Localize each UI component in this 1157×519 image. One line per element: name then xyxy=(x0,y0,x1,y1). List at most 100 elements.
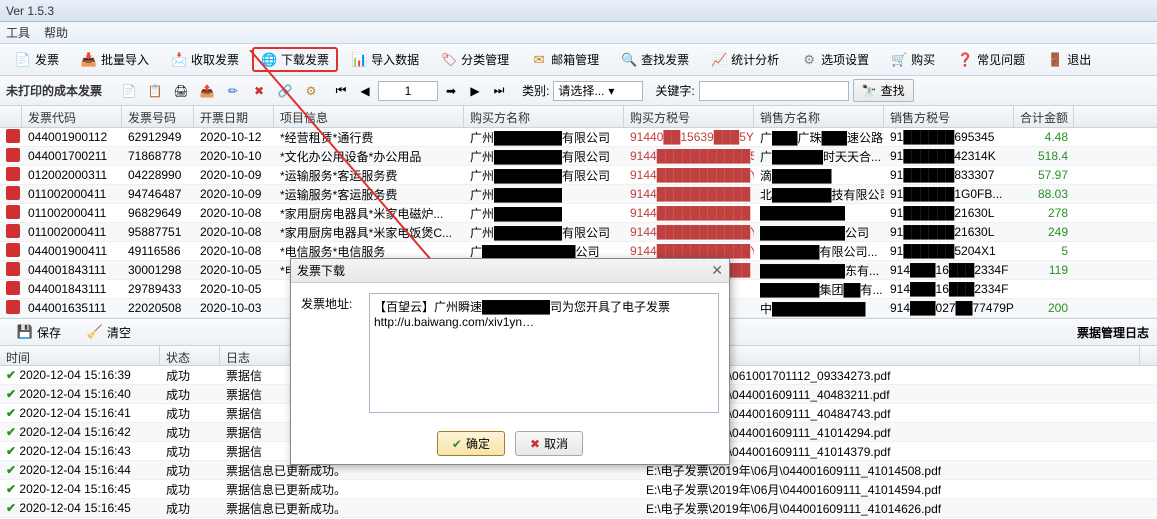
action-btn-2[interactable]: 📋 xyxy=(144,80,166,102)
category-icon: 🏷 xyxy=(441,52,457,68)
col-buyer[interactable]: 购买方名称 xyxy=(464,106,624,127)
keyword-label: 关键字: xyxy=(655,82,694,99)
table-row[interactable]: 044001700211 71868778 2020-10-10 *文化办公用设… xyxy=(0,147,1157,166)
check-icon: ✔ xyxy=(6,501,16,515)
main-toolbar: 📄发票 📥批量导入 📩收取发票 🌐下载发票 📊导入数据 🏷分类管理 ✉邮箱管理 … xyxy=(0,44,1157,76)
category-label: 类别: xyxy=(522,82,549,99)
next-page-btn[interactable]: ▶ xyxy=(464,80,486,102)
pdf-icon xyxy=(6,243,20,257)
col-amount[interactable]: 合计金额 xyxy=(1014,106,1074,127)
invoice-icon: 📄 xyxy=(15,52,31,68)
options-button[interactable]: ⚙选项设置 xyxy=(792,47,878,72)
binoculars-icon: 🔭 xyxy=(862,84,877,98)
stats-icon: 📈 xyxy=(711,52,727,68)
dialog-cancel-button[interactable]: ✖取消 xyxy=(515,431,583,456)
batch-import-button[interactable]: 📥批量导入 xyxy=(72,47,158,72)
data-icon: 📊 xyxy=(351,52,367,68)
search-button[interactable]: 🔭查找 xyxy=(853,79,914,102)
clear-icon: 🧹 xyxy=(87,324,103,340)
menu-help[interactable]: 帮助 xyxy=(44,24,68,41)
table-row[interactable]: 011002000411 96829649 2020-10-08 *家用厨房电器… xyxy=(0,204,1157,223)
category-button[interactable]: 🏷分类管理 xyxy=(432,47,518,72)
receive-button[interactable]: 📩收取发票 xyxy=(162,47,248,72)
check-icon: ✔ xyxy=(6,425,16,439)
mailbox-button[interactable]: ✉邮箱管理 xyxy=(522,47,608,72)
download-invoice-button[interactable]: 🌐下载发票 xyxy=(252,47,338,72)
pdf-icon xyxy=(6,281,20,295)
action-btn-5[interactable]: ✏ xyxy=(222,80,244,102)
col-item[interactable]: 项目信息 xyxy=(274,106,464,127)
log-row[interactable]: ✔ 2020-12-04 15:16:45 成功 票据信息已更新成功。 E:\电… xyxy=(0,480,1157,499)
delete-btn[interactable]: ✖ xyxy=(248,80,270,102)
exit-icon: 🚪 xyxy=(1047,52,1063,68)
table-row[interactable]: 044001900112 62912949 2020-10-12 *经营租赁*通… xyxy=(0,128,1157,147)
pdf-icon xyxy=(6,129,20,143)
first-page-btn[interactable]: ⏮ xyxy=(330,80,352,102)
search-invoice-button[interactable]: 🔍查找发票 xyxy=(612,47,698,72)
pdf-icon xyxy=(6,300,20,314)
title-bar: Ver 1.5.3 xyxy=(0,0,1157,22)
col-buyertax[interactable]: 购买方税号 xyxy=(624,106,754,127)
menu-tools[interactable]: 工具 xyxy=(6,24,30,41)
pdf-icon xyxy=(6,262,20,276)
category-combo[interactable]: 请选择...▾ xyxy=(553,81,643,101)
col-date[interactable]: 开票日期 xyxy=(194,106,274,127)
dialog-title-text: 发票下载 xyxy=(297,262,345,279)
dialog-close-button[interactable]: ✕ xyxy=(711,262,723,279)
log-col-time[interactable]: 时间 xyxy=(0,346,160,365)
pdf-icon xyxy=(6,205,20,219)
page-input[interactable] xyxy=(378,81,438,101)
check-icon: ✔ xyxy=(452,437,462,451)
action-btn-7[interactable]: ⚙ xyxy=(300,80,322,102)
import-data-button[interactable]: 📊导入数据 xyxy=(342,47,428,72)
go-page-btn[interactable]: ➡ xyxy=(440,80,462,102)
stats-button[interactable]: 📈统计分析 xyxy=(702,47,788,72)
search-icon: 🔍 xyxy=(621,52,637,68)
action-btn-6[interactable]: 🔗 xyxy=(274,80,296,102)
table-header: 发票代码 发票号码 开票日期 项目信息 购买方名称 购买方税号 销售方名称 销售… xyxy=(0,106,1157,128)
col-num[interactable]: 发票号码 xyxy=(122,106,194,127)
keyword-input[interactable] xyxy=(699,81,849,101)
last-page-btn[interactable]: ⏭ xyxy=(488,80,510,102)
dialog-ok-button[interactable]: ✔确定 xyxy=(437,431,505,456)
table-row[interactable]: 012002000311 04228990 2020-10-09 *运输服务*客… xyxy=(0,166,1157,185)
check-icon: ✔ xyxy=(6,387,16,401)
mailbox-icon: ✉ xyxy=(531,52,547,68)
col-code[interactable]: 发票代码 xyxy=(22,106,122,127)
action-btn-4[interactable]: 📤 xyxy=(196,80,218,102)
buy-button[interactable]: 🛒购买 xyxy=(882,47,944,72)
invoice-button[interactable]: 📄发票 xyxy=(6,47,68,72)
table-row[interactable]: 011002000411 94746487 2020-10-09 *运输服务*客… xyxy=(0,185,1157,204)
receive-icon: 📩 xyxy=(171,52,187,68)
action-btn-3[interactable]: 🖨 xyxy=(170,80,192,102)
pagination: ⏮ ◀ ➡ ▶ ⏭ xyxy=(330,80,510,102)
app-title-suffix: Ver 1.5.3 xyxy=(6,4,54,18)
table-row[interactable]: 011002000411 95887751 2020-10-08 *家用厨房电器… xyxy=(0,223,1157,242)
col-seller[interactable]: 销售方名称 xyxy=(754,106,884,127)
save-button[interactable]: 💾保存 xyxy=(8,320,70,345)
dialog-titlebar[interactable]: 发票下载 ✕ xyxy=(291,259,729,283)
chevron-down-icon: ▾ xyxy=(608,84,614,98)
help-icon: ❓ xyxy=(957,52,973,68)
import-icon: 📥 xyxy=(81,52,97,68)
col-sellertax[interactable]: 销售方税号 xyxy=(884,106,1014,127)
pdf-icon xyxy=(6,186,20,200)
log-col-status[interactable]: 状态 xyxy=(160,346,220,365)
check-icon: ✔ xyxy=(6,406,16,420)
action-btn-1[interactable]: 📄 xyxy=(118,80,140,102)
prev-page-btn[interactable]: ◀ xyxy=(354,80,376,102)
download-dialog: 发票下载 ✕ 发票地址: ✔确定 ✖取消 xyxy=(290,258,730,465)
clear-button[interactable]: 🧹清空 xyxy=(78,320,140,345)
check-icon: ✔ xyxy=(6,444,16,458)
invoice-address-textarea[interactable] xyxy=(369,293,719,413)
pdf-icon xyxy=(6,224,20,238)
faq-button[interactable]: ❓常见问题 xyxy=(948,47,1034,72)
log-row[interactable]: ✔ 2020-12-04 15:16:45 成功 票据信息已更新成功。 E:\电… xyxy=(0,499,1157,518)
check-icon: ✔ xyxy=(6,463,16,477)
panel-title: 未打印的成本发票 xyxy=(6,82,102,99)
pdf-icon xyxy=(6,148,20,162)
gear-icon: ⚙ xyxy=(801,52,817,68)
download-icon: 🌐 xyxy=(261,52,277,68)
check-icon: ✔ xyxy=(6,368,16,382)
exit-button[interactable]: 🚪退出 xyxy=(1038,47,1100,72)
